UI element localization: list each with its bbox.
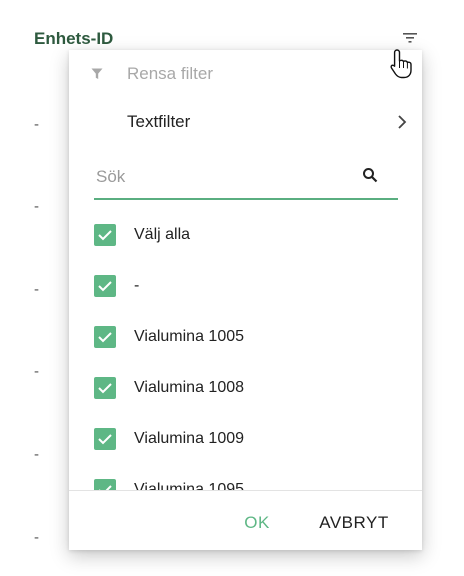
- list-item-label: Vialumina 1008: [134, 379, 245, 396]
- table-cell: -: [34, 363, 39, 380]
- table-cell: -: [34, 446, 39, 463]
- list-item-label: Vialumina 1005: [134, 328, 245, 345]
- checkbox[interactable]: [94, 428, 116, 450]
- checkbox[interactable]: [94, 275, 116, 297]
- checkbox[interactable]: [94, 326, 116, 348]
- table-cell: -: [34, 281, 39, 298]
- list-item[interactable]: Vialumina 1009: [69, 417, 422, 461]
- list-item-label: Välj alla: [134, 226, 191, 243]
- search-input[interactable]: [94, 164, 358, 190]
- checkbox[interactable]: [94, 377, 116, 399]
- checkmark-icon: [98, 383, 112, 394]
- pointer-cursor-icon: [390, 49, 412, 79]
- clear-filter-label: Rensa filter: [127, 64, 213, 83]
- list-item[interactable]: Vialumina 1005: [69, 315, 422, 359]
- list-item-label: Vialumina 1009: [134, 430, 245, 447]
- text-filter-menu-item[interactable]: Textfilter: [69, 102, 422, 142]
- filter-icon[interactable]: [402, 31, 418, 45]
- checkmark-icon: [98, 332, 112, 343]
- chevron-right-icon: [398, 115, 407, 129]
- checkmark-icon: [98, 230, 112, 241]
- checkbox[interactable]: [94, 479, 116, 490]
- list-item[interactable]: Vialumina 1008: [69, 366, 422, 410]
- list-item[interactable]: -: [69, 264, 422, 308]
- text-filter-label: Textfilter: [127, 112, 191, 131]
- checkmark-icon: [98, 281, 112, 292]
- list-item-label: Vialumina 1095: [134, 481, 245, 490]
- table-cell: -: [34, 116, 39, 133]
- ok-button[interactable]: OK: [234, 508, 280, 538]
- list-item[interactable]: Vialumina 1095: [69, 468, 422, 490]
- list-item[interactable]: Välj alla: [69, 213, 422, 257]
- table-cell: -: [34, 198, 39, 215]
- filter-value-list: Välj alla - Vialumina 1005 Vialumina 100…: [69, 213, 422, 490]
- column-header-title[interactable]: Enhets-ID: [34, 29, 113, 49]
- checkbox[interactable]: [94, 224, 116, 246]
- search-icon[interactable]: [362, 167, 378, 183]
- filter-funnel-icon: [91, 68, 103, 79]
- clear-filter-button[interactable]: Rensa filter: [69, 56, 422, 92]
- checkmark-icon: [98, 434, 112, 445]
- list-item-label: -: [134, 277, 140, 294]
- search-box: [94, 156, 398, 200]
- divider: [69, 490, 422, 491]
- checkmark-icon: [99, 485, 112, 490]
- filter-menu: Rensa filter Textfilter Välj alla -: [69, 50, 422, 550]
- cancel-button[interactable]: AVBRYT: [309, 508, 399, 538]
- table-cell: -: [34, 529, 39, 546]
